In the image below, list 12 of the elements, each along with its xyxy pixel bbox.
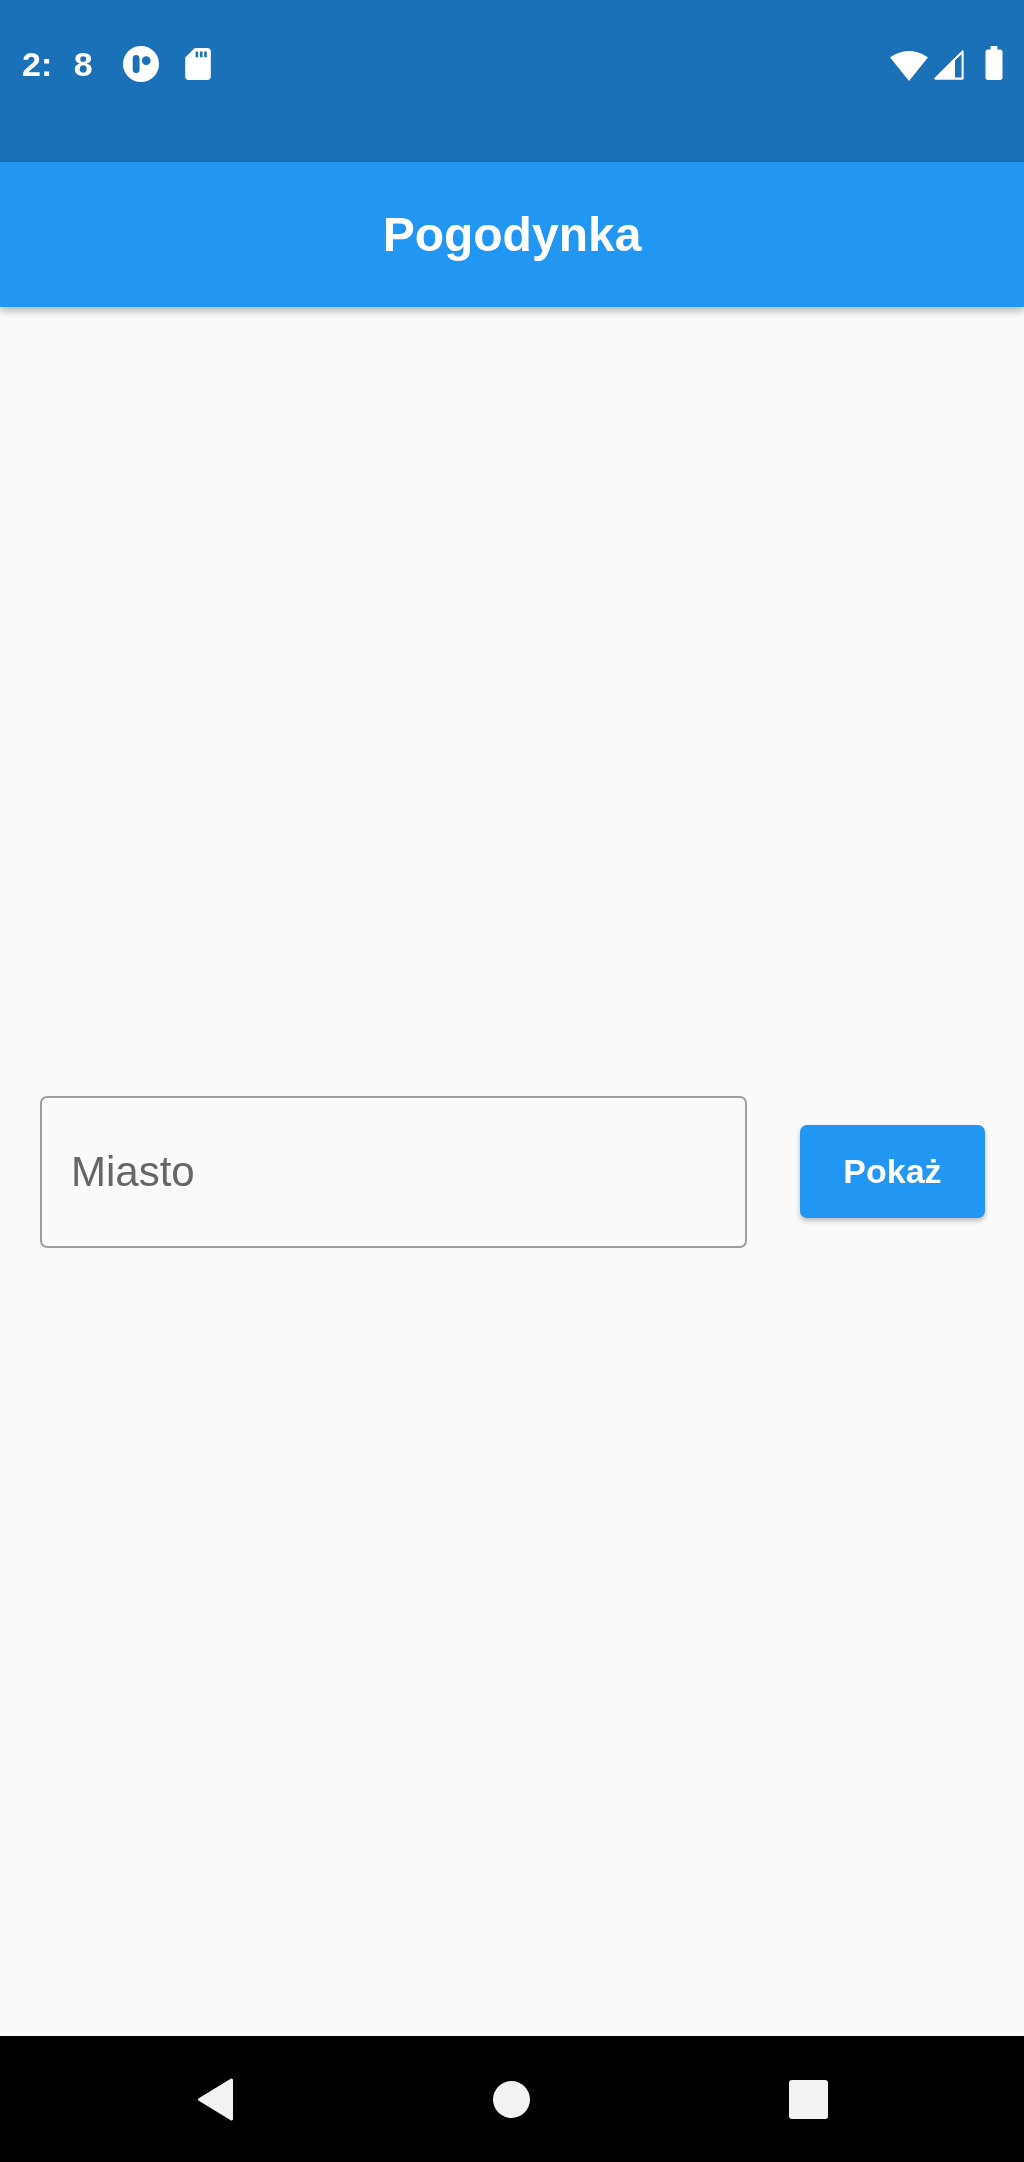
overview-icon[interactable] [788, 2079, 828, 2119]
battery-icon [984, 46, 1004, 80]
signal-icon [933, 49, 965, 81]
circle-dot-icon [122, 46, 159, 82]
clock-time: 2: 8 [22, 46, 93, 82]
wifi-icon [890, 51, 928, 81]
show-button[interactable]: Pokaż [800, 1125, 985, 1218]
app-title: Pogodynka [382, 206, 642, 263]
sd-card-icon [184, 48, 211, 80]
back-icon[interactable] [196, 2077, 234, 2121]
city-input-field[interactable]: Miasto [40, 1095, 747, 1248]
home-icon[interactable] [492, 2080, 530, 2118]
